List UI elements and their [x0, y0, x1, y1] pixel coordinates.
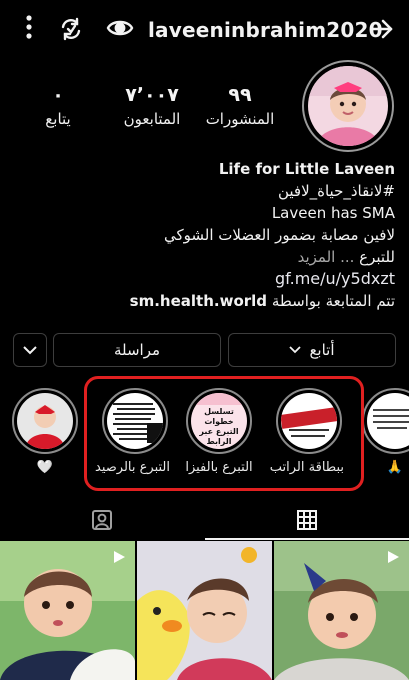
highlight-item[interactable]: 🤍 — [10, 388, 80, 475]
bio-line-2: لافين مصابة بضمور العضلات الشوكي — [164, 226, 395, 244]
bio-website-link[interactable]: gf.me/u/y5dxzt — [15, 268, 395, 290]
message-label: مراسلة — [113, 341, 161, 359]
following-count: ٠ — [52, 84, 64, 106]
bio-more-link[interactable]: ... المزيد — [298, 248, 355, 266]
arrow-right-icon[interactable] — [370, 18, 394, 44]
tagged-icon — [92, 510, 112, 530]
profile-display-name: Life for Little Laveen — [218, 160, 395, 178]
post-thumbnail[interactable] — [0, 541, 135, 680]
top-bar: laveeninbrahim2020 — [0, 0, 409, 58]
post-thumbnail[interactable] — [137, 541, 272, 680]
posts-count: ٩٩ — [228, 84, 252, 106]
suggestions-button[interactable] — [13, 333, 47, 367]
grid-icon — [297, 510, 317, 530]
stat-posts[interactable]: ٩٩ المنشورات — [200, 84, 280, 128]
bio-line-3: للتبرع ... المزيد — [15, 246, 395, 268]
follow-button[interactable]: أتابع — [228, 333, 396, 367]
profile-tabs — [0, 500, 409, 540]
more-icon[interactable] — [24, 14, 34, 44]
following-label: يتابع — [45, 110, 71, 128]
annotation-highlight-box — [84, 376, 364, 491]
highlight-thumb — [367, 393, 409, 449]
avatar-photo — [308, 66, 388, 146]
stat-following[interactable]: ٠ يتابع — [18, 84, 98, 128]
managed-by-account[interactable]: sm.health.world — [130, 292, 267, 310]
follow-label: أتابع — [309, 341, 335, 359]
post-thumbnail[interactable] — [274, 541, 409, 680]
refresh-icon[interactable] — [58, 16, 84, 46]
profile-username: laveeninbrahim2020 — [148, 18, 383, 42]
tab-active-indicator — [205, 538, 409, 540]
bio-line-1: Laveen has SMA — [271, 204, 395, 222]
followers-count: ٧٬٠٠٧ — [125, 84, 179, 106]
profile-avatar[interactable] — [302, 60, 394, 152]
chevron-down-icon — [289, 346, 302, 354]
eye-icon[interactable] — [106, 17, 134, 43]
highlight-thumb — [17, 393, 73, 449]
profile-bio: Life for Little Laveen #لانقاذ_حياة_لافي… — [15, 158, 395, 312]
bio-hashtag[interactable]: #لانقاذ_حياة_لافين — [15, 180, 395, 202]
bio-donate-text: للتبرع — [359, 248, 395, 266]
pray-icon: 🙏 — [386, 460, 404, 475]
managed-prefix: تتم المتابعة بواسطة — [271, 292, 395, 310]
stat-followers[interactable]: ٧٬٠٠٧ المتابعون — [112, 84, 192, 128]
highlight-item[interactable]: 🙏 — [360, 388, 409, 475]
tab-grid[interactable] — [205, 500, 409, 540]
posts-label: المنشورات — [205, 110, 275, 128]
video-icon — [385, 549, 401, 569]
chevron-down-icon — [23, 345, 37, 354]
tab-tagged[interactable] — [0, 500, 204, 540]
bio-managed-by: تتم المتابعة بواسطة sm.health.world — [15, 290, 395, 312]
message-button[interactable]: مراسلة — [53, 333, 221, 367]
heart-icon: 🤍 — [36, 460, 54, 475]
followers-label: المتابعون — [123, 110, 181, 128]
video-icon — [111, 549, 127, 569]
